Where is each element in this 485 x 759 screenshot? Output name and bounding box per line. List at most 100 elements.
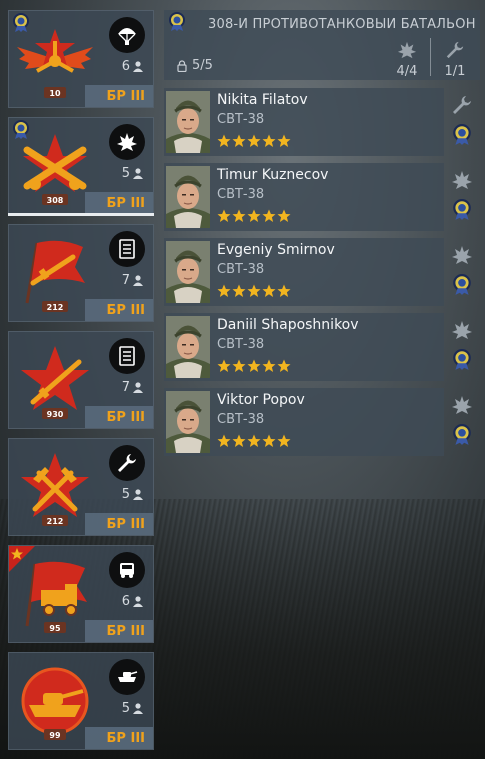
soldier-name: Evgeniy Smirnov — [217, 242, 335, 258]
squad-members: 5/5 — [176, 58, 213, 73]
list-icon — [119, 239, 135, 259]
emblem-number: 212 — [47, 303, 64, 312]
star-icon — [217, 284, 231, 297]
battle-rating: БР III — [85, 513, 153, 535]
soldier-rank-stars — [217, 134, 291, 148]
soldier-weapon: СВТ-38 — [217, 337, 265, 352]
soldier-row[interactable]: Daniil Shaposhnikov СВТ-38 — [164, 313, 444, 381]
parachute-icon — [118, 28, 136, 45]
star-icon — [217, 359, 231, 372]
star-icon — [247, 209, 261, 222]
soldier-portrait — [166, 241, 210, 303]
soldier-portrait — [166, 91, 210, 153]
soldier-row[interactable]: Evgeniy Smirnov СВТ-38 — [164, 238, 444, 306]
explosion-icon — [452, 321, 472, 339]
star-icon — [232, 134, 246, 147]
class-badge — [109, 659, 145, 695]
medal-icon — [453, 424, 471, 445]
class-badge — [109, 552, 145, 588]
battle-rating: БР III — [85, 620, 153, 642]
explosion-icon — [452, 396, 472, 414]
person-icon — [133, 489, 143, 500]
soldier-row[interactable]: Timur Kuznecov СВТ-38 — [164, 163, 444, 231]
soldier-side-icons — [448, 388, 478, 456]
soldier-count: 7 — [122, 273, 143, 288]
squad-emblem: 99 — [21, 667, 89, 740]
squad-header: 308-Й ПРОТИВОТАНКОВЫЙ БАТАЛЬОН 5/5 4/4 1… — [164, 10, 480, 80]
soldier-name: Nikita Filatov — [217, 92, 308, 108]
star-icon — [217, 434, 231, 447]
battle-rating: БР III — [85, 727, 153, 749]
squad-emblem: 10 — [17, 29, 93, 98]
emblem-number: 95 — [49, 624, 61, 633]
star-icon — [277, 284, 291, 297]
soldier-portrait — [166, 166, 210, 228]
class-badge — [109, 17, 145, 53]
soldier-side-icons — [448, 88, 478, 156]
explosive-slot-count: 4/4 — [392, 40, 422, 79]
star-icon — [262, 434, 276, 447]
squad-card-tank[interactable]: 99 5 БР III — [8, 652, 154, 750]
soldier-portrait — [166, 316, 210, 378]
soldier-side-icons — [448, 313, 478, 381]
emblem-number: 212 — [47, 517, 64, 526]
star-icon — [232, 209, 246, 222]
squad-emblem: 308 — [23, 134, 87, 205]
emblem-number: 930 — [47, 410, 64, 419]
soldier-weapon: СВТ-38 — [217, 187, 265, 202]
person-icon — [133, 168, 143, 179]
squad-title: 308-Й ПРОТИВОТАНКОВЫЙ БАТАЛЬОН — [208, 17, 476, 32]
emblem-number: 99 — [49, 731, 61, 740]
emblem-number: 10 — [49, 89, 61, 98]
star-icon — [277, 134, 291, 147]
person-icon — [133, 596, 143, 607]
soldier-rank-stars — [217, 284, 291, 298]
tank-icon — [118, 671, 138, 682]
star-icon — [277, 359, 291, 372]
soldier-row[interactable]: Viktor Popov СВТ-38 — [164, 388, 444, 456]
wrench-icon — [453, 96, 471, 114]
squad-card-engineers[interactable]: 212 5 БР III — [8, 438, 154, 536]
squad-card-riflemen-1[interactable]: 212 7 БР III — [8, 224, 154, 322]
star-icon — [217, 134, 231, 147]
battle-rating: БР III — [85, 406, 153, 428]
person-icon — [133, 382, 143, 393]
medal-icon — [453, 274, 471, 295]
truck-icon — [120, 563, 134, 578]
header-divider — [430, 38, 431, 76]
soldier-weapon: СВТ-38 — [217, 262, 265, 277]
star-icon — [217, 209, 231, 222]
star-icon — [232, 284, 246, 297]
squad-emblem: 930 — [21, 346, 89, 419]
wrench-icon — [446, 41, 464, 59]
medal-icon — [453, 124, 471, 145]
star-icon — [277, 209, 291, 222]
wrench-icon — [118, 454, 136, 472]
list-icon — [119, 346, 135, 366]
soldier-portrait — [166, 391, 210, 453]
squad-card-vehicle[interactable]: 95 6 БР III — [8, 545, 154, 643]
battle-rating: БР III — [85, 85, 153, 107]
soldier-rank-stars — [217, 209, 291, 223]
squad-card-paratroopers[interactable]: 10 6 БР III — [8, 10, 154, 108]
soldier-row[interactable]: Nikita Filatov СВТ-38 — [164, 88, 444, 156]
star-icon — [277, 434, 291, 447]
soldier-rank-stars — [217, 434, 291, 448]
class-badge — [109, 124, 145, 160]
soldier-name: Viktor Popov — [217, 392, 305, 408]
class-badge — [109, 231, 145, 267]
star-icon — [262, 134, 276, 147]
selected-indicator — [8, 213, 154, 216]
person-icon — [133, 275, 143, 286]
battle-rating: БР III — [85, 192, 153, 214]
star-icon — [247, 434, 261, 447]
soldier-name: Daniil Shaposhnikov — [217, 317, 359, 333]
squad-card-antitank[interactable]: 308 5 БР III — [8, 117, 154, 215]
soldier-name: Timur Kuznecov — [217, 167, 329, 183]
lock-icon — [177, 59, 187, 72]
star-icon — [247, 284, 261, 297]
emblem-number: 308 — [47, 196, 64, 205]
squad-card-riflemen-2[interactable]: 930 7 БР III — [8, 331, 154, 429]
person-icon — [133, 703, 143, 714]
explosion-icon — [397, 41, 417, 59]
